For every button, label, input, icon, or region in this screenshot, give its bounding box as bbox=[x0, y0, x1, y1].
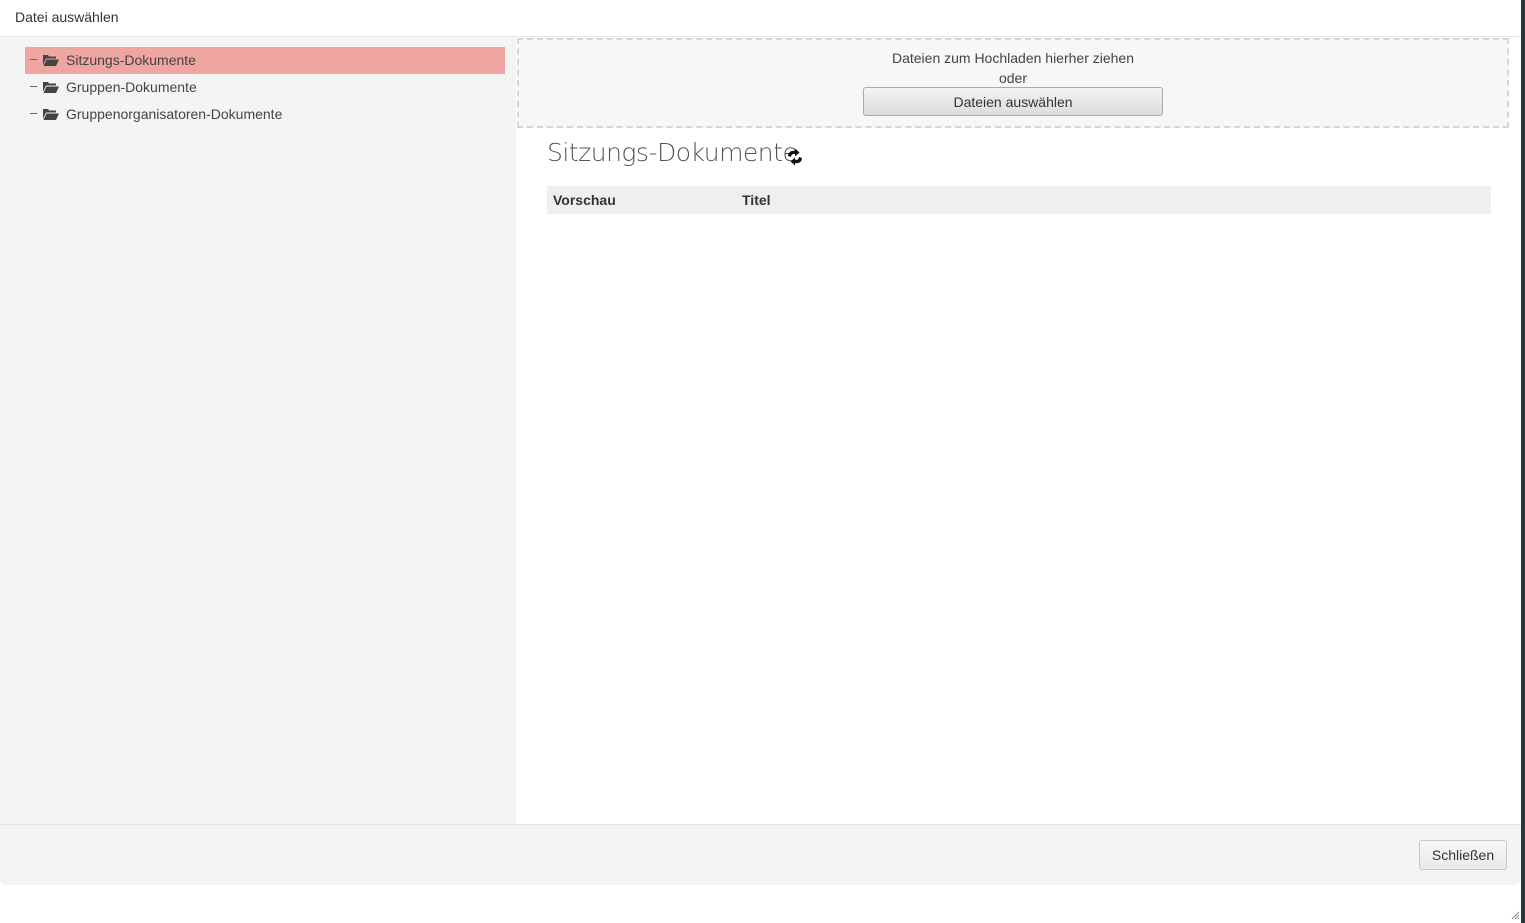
file-chooser-dialog: Datei auswählen – Sitzungs-Dokumente – G… bbox=[0, 0, 1521, 885]
folder-open-icon bbox=[43, 82, 59, 93]
window-edge bbox=[1521, 0, 1525, 923]
column-header-preview[interactable]: Vorschau bbox=[553, 192, 616, 208]
file-list-pane: Dateien zum Hochladen hierher ziehen ode… bbox=[516, 37, 1521, 824]
folder-open-icon bbox=[43, 109, 59, 120]
upload-dropzone[interactable]: Dateien zum Hochladen hierher ziehen ode… bbox=[517, 38, 1509, 128]
dialog-footer: Schließen bbox=[0, 824, 1521, 885]
folder-tree-pane: – Sitzungs-Dokumente – Gruppen-Dokumente… bbox=[0, 37, 516, 824]
resize-grip-icon[interactable] bbox=[1510, 910, 1520, 920]
choose-files-button[interactable]: Dateien auswählen bbox=[863, 87, 1163, 116]
dialog-titlebar: Datei auswählen bbox=[0, 0, 1521, 37]
tree-item-gruppen-dokumente[interactable]: – Gruppen-Dokumente bbox=[25, 74, 505, 101]
collapse-toggle[interactable]: – bbox=[30, 78, 37, 93]
tree-item-label: Gruppenorganisatoren-Dokumente bbox=[66, 106, 283, 122]
folder-open-icon bbox=[43, 55, 59, 66]
dialog-title: Datei auswählen bbox=[15, 9, 119, 25]
collapse-toggle[interactable]: – bbox=[30, 105, 37, 120]
close-button[interactable]: Schließen bbox=[1419, 840, 1507, 870]
file-table-header: Vorschau Titel bbox=[547, 186, 1491, 214]
current-folder-title: Sitzungs-Dokumente bbox=[547, 138, 798, 167]
tree-item-label: Gruppen-Dokumente bbox=[66, 79, 197, 95]
dropzone-or-text: oder bbox=[998, 70, 1028, 86]
tree-item-label: Sitzungs-Dokumente bbox=[66, 52, 196, 68]
dropzone-text: Dateien zum Hochladen hierher ziehen bbox=[891, 50, 1135, 66]
refresh-icon[interactable] bbox=[785, 147, 805, 167]
tree-item-sitzungs-dokumente[interactable]: – Sitzungs-Dokumente bbox=[25, 47, 505, 74]
collapse-toggle[interactable]: – bbox=[30, 51, 37, 66]
tree-item-gruppenorganisatoren-dokumente[interactable]: – Gruppenorganisatoren-Dokumente bbox=[25, 101, 505, 128]
column-header-title[interactable]: Titel bbox=[742, 192, 771, 208]
